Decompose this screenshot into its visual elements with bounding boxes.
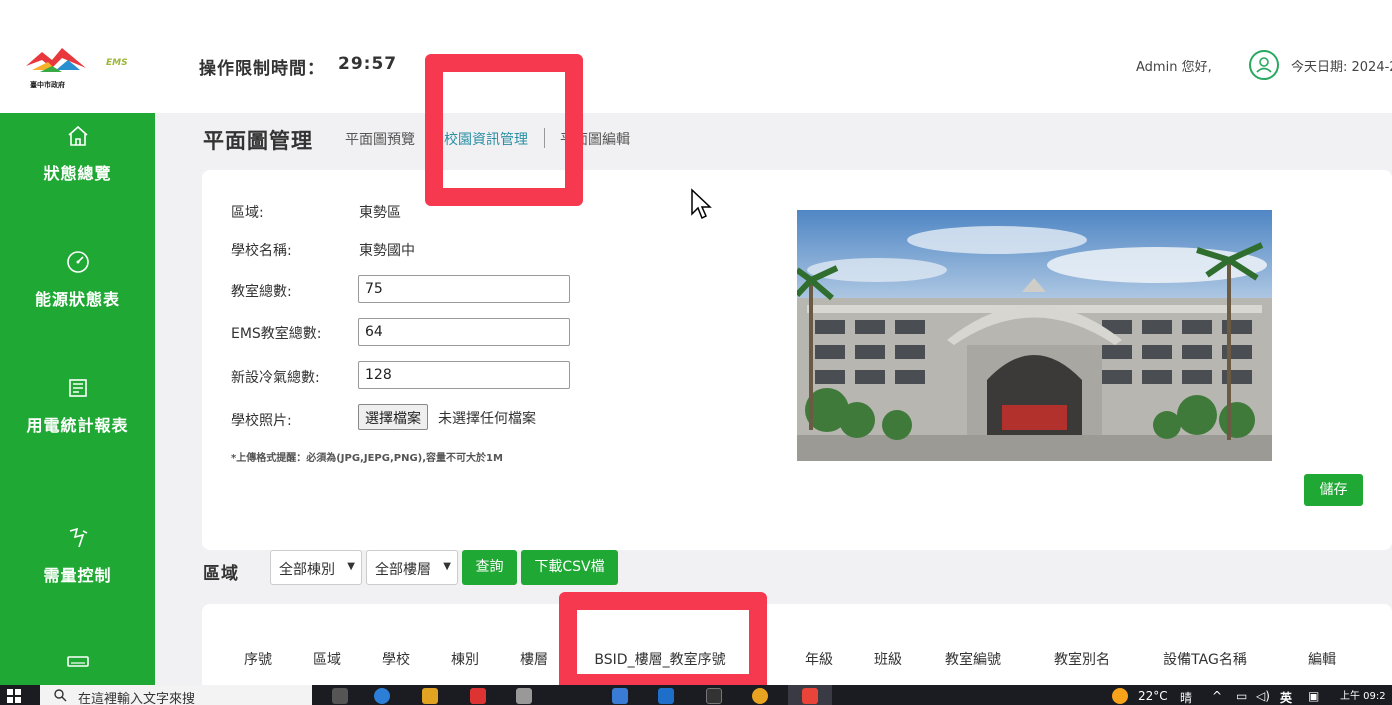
ime-indicator[interactable]: 英 [1280, 689, 1292, 705]
report-icon [68, 379, 87, 397]
sidebar-item-energy-status[interactable]: 能源狀態表 [0, 249, 155, 313]
task-view-icon[interactable] [332, 688, 348, 704]
user-icon [1256, 57, 1272, 73]
school-name-value: 東勢國中 [359, 243, 415, 259]
table-header: 區域 [313, 652, 341, 668]
sidebar-item-label: 需量控制 [43, 566, 112, 585]
table-header: 學校 [382, 652, 410, 668]
choose-file-button[interactable]: 選擇檔案 [358, 404, 428, 430]
sidebar-item-power-report[interactable]: 用電統計報表 [0, 375, 155, 439]
new-ac-input[interactable] [358, 361, 570, 389]
home-icon [67, 125, 88, 146]
sidebar-item-label: 狀態總覽 [43, 164, 112, 183]
ems-logo: EMS [106, 58, 128, 68]
table-header: 設備TAG名稱 [1163, 652, 1247, 668]
taskbar: 在這裡輸入文字來搜 22°C 晴 ^ ▭ ◁) 英 ▣ 上午 09:2 [0, 685, 1392, 705]
school-photo-label: 學校照片: [231, 413, 292, 429]
mouse-cursor-icon [691, 188, 712, 220]
new-ac-label: 新設冷氣總數: [231, 370, 320, 386]
volume-icon[interactable]: ◁) [1256, 689, 1270, 703]
filter-region-label: 區域 [203, 564, 239, 584]
annotation-highlight-bsid-column [559, 592, 767, 692]
chevron-down-icon: ▼ [443, 561, 451, 572]
annotation-highlight-tab [425, 54, 583, 206]
taskbar-search-placeholder: 在這裡輸入文字來搜 [78, 692, 196, 705]
table-header: 樓層 [520, 652, 548, 668]
table-header: 班級 [874, 652, 902, 668]
ems-classroom-label: EMS教室總數: [231, 326, 322, 342]
table-header: 教室編號 [945, 652, 1001, 668]
no-file-text: 未選擇任何檔案 [438, 411, 536, 427]
air-conditioner-icon [66, 656, 89, 667]
clock-time[interactable]: 上午 09:2 [1340, 687, 1386, 702]
table-header: 教室別名 [1054, 652, 1110, 668]
school-name-label: 學校名稱: [231, 243, 292, 259]
table-header: 序號 [244, 652, 272, 668]
timer-value: 29:57 [338, 54, 398, 74]
floor-select[interactable]: 全部樓層 ▼ [366, 550, 458, 585]
main-content: 平面圖管理 平面圖預覽 校園資訊管理 平面圖編輯 區域: 東勢區 學校名稱: 東… [155, 113, 1392, 685]
header: 臺中市政府 EMS 操作限制時間： 29:57 Admin 您好, 今天日期: … [0, 6, 1392, 113]
chevron-up-icon[interactable]: ^ [1212, 689, 1222, 703]
sidebar: 狀態總覽 能源狀態表 用電統計報表 需量控制 [0, 113, 155, 685]
today-date: 今天日期: 2024-2 [1291, 60, 1392, 75]
chrome-browser-icon[interactable] [752, 688, 768, 704]
gov-logo-text: 臺中市政府 [30, 81, 65, 89]
save-button[interactable]: 儲存 [1304, 474, 1363, 506]
table-header: 編輯 [1308, 652, 1336, 668]
network-icon[interactable]: ▭ [1236, 689, 1247, 703]
app-icon[interactable] [470, 688, 486, 704]
search-icon [54, 689, 67, 702]
demand-icon [69, 527, 87, 548]
sidebar-item-air-conditioner[interactable] [0, 651, 155, 677]
classroom-total-label: 教室總數: [231, 284, 292, 300]
school-photo [797, 210, 1272, 461]
region-value: 東勢區 [359, 205, 401, 221]
mail-icon[interactable] [658, 688, 674, 704]
network-app-icon[interactable] [612, 688, 628, 704]
query-button[interactable]: 查詢 [462, 550, 517, 585]
app-icon[interactable] [516, 688, 532, 704]
table-header: 棟別 [451, 652, 479, 668]
anydesk-icon [802, 688, 818, 704]
sidebar-item-label: 用電統計報表 [26, 416, 129, 435]
floor-select-value: 全部樓層 [375, 562, 431, 578]
page-title: 平面圖管理 [203, 129, 313, 153]
edge-browser-icon[interactable] [374, 688, 390, 704]
table-header: 年級 [805, 652, 833, 668]
upload-format-hint: *上傳格式提醒：必須為(JPG,JEPG,PNG),容量不可大於1M [231, 453, 503, 464]
chevron-down-icon: ▼ [347, 561, 355, 572]
timer-label: 操作限制時間： [199, 59, 325, 79]
temperature: 22°C [1138, 689, 1168, 703]
user-avatar-icon[interactable] [1249, 50, 1279, 80]
active-app-tile[interactable] [788, 685, 832, 705]
campus-info-card: 區域: 東勢區 學校名稱: 東勢國中 教室總數: EMS教室總數: 新設冷氣總數… [202, 170, 1392, 550]
building-select-value: 全部棟別 [279, 562, 335, 578]
classroom-total-input[interactable] [358, 275, 570, 303]
user-greeting: Admin 您好, [1136, 60, 1212, 75]
ems-classroom-input[interactable] [358, 318, 570, 346]
region-label: 區域: [231, 205, 264, 221]
sidebar-item-overview[interactable]: 狀態總覽 [0, 123, 155, 187]
download-csv-button[interactable]: 下載CSV檔 [521, 550, 618, 585]
building-select[interactable]: 全部棟別 ▼ [270, 550, 362, 585]
taskbar-search-box[interactable]: 在這裡輸入文字來搜 [40, 685, 312, 705]
terminal-icon[interactable] [706, 688, 722, 704]
gauge-icon [66, 251, 89, 273]
classroom-table: 序號 區域 學校 棟別 樓層 BSID_樓層_教室序號 年級 班級 教室編號 教… [202, 604, 1392, 685]
ime-mode-icon[interactable]: ▣ [1308, 689, 1319, 703]
sidebar-item-demand-control[interactable]: 需量控制 [0, 525, 155, 589]
windows-start-icon[interactable] [7, 689, 21, 703]
weather-text: 晴 [1180, 691, 1193, 705]
weather-sun-icon[interactable] [1112, 688, 1128, 704]
file-explorer-icon[interactable] [422, 688, 438, 704]
tab-floorplan-preview[interactable]: 平面圖預覽 [345, 129, 415, 149]
sidebar-item-label: 能源狀態表 [34, 290, 120, 309]
